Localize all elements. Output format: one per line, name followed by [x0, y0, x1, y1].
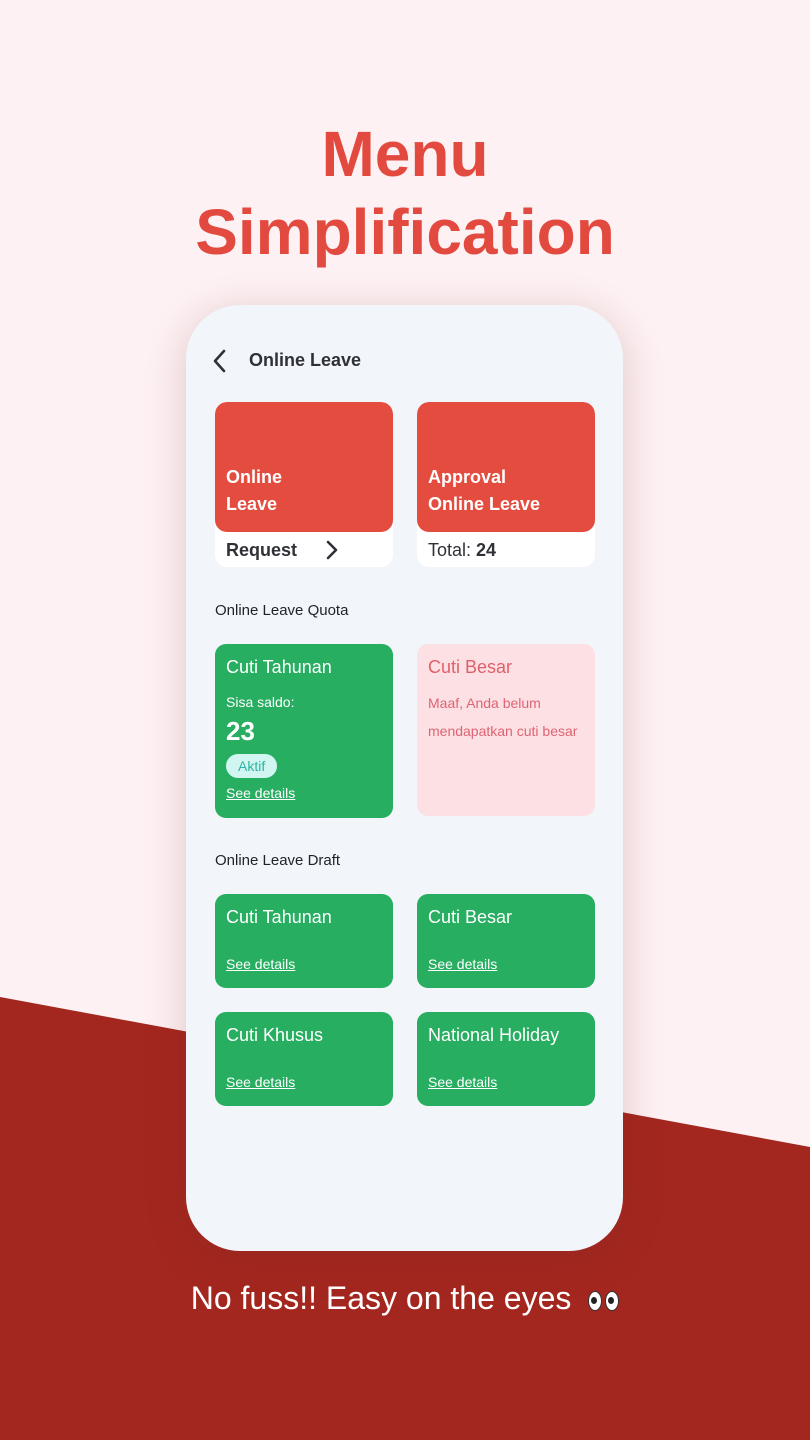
approval-online-leave-card[interactable]: Approval Online Leave Total: 24: [417, 402, 595, 567]
see-details-link[interactable]: See details: [226, 956, 295, 972]
balance-label: Sisa saldo:: [226, 694, 295, 710]
status-badge: Aktif: [226, 754, 278, 778]
chevron-right-icon: [325, 540, 339, 565]
total-value: 24: [476, 539, 497, 560]
tagline: No fuss!! Easy on the eyes: [0, 1276, 810, 1320]
draft-title: Cuti Tahunan: [226, 907, 332, 927]
eyes-emoji-icon: [588, 1290, 620, 1311]
draft-card-long-leave[interactable]: Cuti Besar See details: [417, 894, 595, 988]
see-details-link[interactable]: See details: [226, 785, 295, 801]
online-leave-request-card[interactable]: Online Leave Request: [215, 402, 393, 567]
headline: Menu Simplification: [0, 115, 810, 271]
tagline-text: No fuss!! Easy on the eyes: [190, 1280, 572, 1316]
see-details-link[interactable]: See details: [428, 956, 497, 972]
online-leave-card-header: Online Leave: [215, 402, 393, 532]
balance-value: 23: [226, 716, 255, 746]
quota-long-title: Cuti Besar: [428, 657, 513, 677]
online-leave-label: Online Leave: [226, 467, 283, 514]
draft-title: Cuti Khusus: [226, 1025, 324, 1045]
quota-section-title: Online Leave Quota: [215, 602, 349, 619]
draft-title: Cuti Besar: [428, 907, 513, 927]
quota-card-long-leave: Cuti Besar Maaf, Anda belum mendapatkan …: [417, 644, 595, 816]
request-label: Request: [226, 539, 298, 560]
headline-line2: Simplification: [195, 196, 615, 268]
draft-section-title: Online Leave Draft: [215, 852, 341, 869]
draft-card-national-holiday[interactable]: National Holiday See details: [417, 1012, 595, 1106]
approval-label: Approval Online Leave: [428, 467, 541, 514]
quota-annual-title: Cuti Tahunan: [226, 657, 332, 677]
draft-title: National Holiday: [428, 1025, 560, 1045]
draft-card-annual[interactable]: Cuti Tahunan See details: [215, 894, 393, 988]
phone-screen: Online Leave Online Leave Request Approv…: [186, 305, 623, 1251]
approval-card-header: Approval Online Leave: [417, 402, 595, 532]
approval-total: Total: 24: [428, 538, 496, 562]
top-bar: Online Leave: [186, 305, 623, 415]
quota-long-message: Maaf, Anda belum mendapatkan cuti besar: [428, 695, 578, 739]
draft-card-special[interactable]: Cuti Khusus See details: [215, 1012, 393, 1106]
request-link[interactable]: Request: [226, 538, 386, 562]
headline-line1: Menu: [321, 118, 489, 190]
total-label: Total:: [428, 539, 472, 560]
quota-card-annual[interactable]: Cuti Tahunan Sisa saldo: 23 Aktif See de…: [215, 644, 393, 818]
see-details-link[interactable]: See details: [428, 1074, 497, 1090]
chevron-left-icon: [213, 349, 226, 373]
page-title: Online Leave: [249, 350, 362, 370]
see-details-link[interactable]: See details: [226, 1074, 295, 1090]
back-button[interactable]: [210, 347, 230, 375]
